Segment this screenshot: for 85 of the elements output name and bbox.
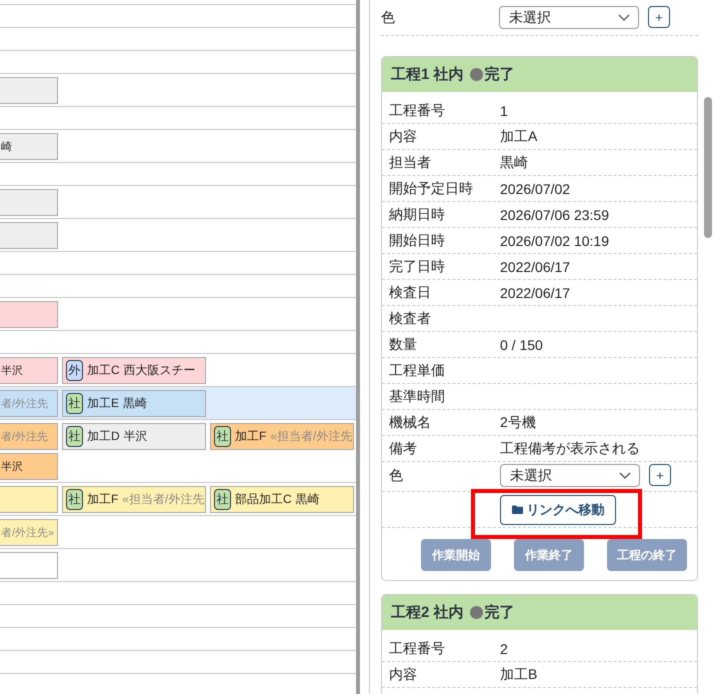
field-value: 2026/07/06 23:59: [500, 206, 609, 222]
assignee-name: 半沢: [124, 428, 148, 445]
field-value: 2号機: [500, 414, 536, 432]
process-title: 工程1 社内: [391, 65, 464, 84]
task-chip[interactable]: 社 部品加工C 黒崎: [210, 486, 354, 513]
task-chip[interactable]: 社 加工F «担当者/外注先: [62, 486, 206, 513]
field-label: 基準時間: [389, 388, 446, 406]
task-chip[interactable]: 崎: [0, 133, 58, 160]
task-chip[interactable]: [0, 301, 58, 328]
field-label: 色: [389, 466, 404, 485]
field-value: 加工B: [500, 666, 538, 684]
task-chip[interactable]: [0, 552, 58, 579]
assignee-name: 半沢: [1, 364, 23, 378]
add-button[interactable]: +: [648, 6, 670, 28]
chevron-down-icon: [618, 14, 630, 21]
task-chip[interactable]: 社 加工F «担当者/外注先: [210, 423, 354, 450]
task-chip[interactable]: 外 加工C 西大阪スチー: [62, 357, 206, 384]
folder-icon: [512, 505, 522, 514]
field-label: 色: [381, 8, 396, 27]
field-value: 0 / 150: [500, 336, 543, 352]
field-label: 内容: [389, 666, 418, 684]
field-label: 完了日時: [389, 258, 446, 276]
field-value: 黒崎: [500, 154, 528, 172]
task-chip[interactable]: 半沢: [0, 357, 58, 384]
field-label: 工程番号: [389, 102, 446, 120]
task-chip[interactable]: [0, 486, 58, 513]
badge: 社: [66, 426, 83, 447]
badge: 外: [66, 360, 83, 381]
field-label: 数量: [389, 336, 418, 354]
field-label: 機械名: [389, 414, 432, 432]
field-label: 備考: [389, 440, 418, 458]
task-chip[interactable]: [0, 77, 58, 104]
task-name: 部品加工C: [235, 491, 292, 508]
task-name: 加工D: [87, 428, 120, 445]
badge: 社: [66, 489, 83, 510]
field-label: 工程番号: [389, 640, 446, 658]
task-name: 加工E: [87, 395, 120, 412]
field-value: 2026/07/02: [500, 180, 570, 196]
status-dot-icon: [470, 606, 483, 619]
field-value: 加工A: [500, 128, 538, 146]
assignee-placeholder: «担当者/外注先: [122, 491, 204, 508]
field-label: 検査日: [389, 284, 432, 302]
assignee-name: 黒崎: [296, 491, 320, 508]
assignee-name: 西大阪スチー: [124, 362, 196, 379]
assignee-placeholder: «担当者/外注先: [270, 428, 352, 445]
field-label: 内容: [389, 128, 418, 146]
assignee-name: 崎: [1, 140, 12, 154]
task-name: 加工F: [235, 428, 266, 445]
task-chip[interactable]: 半沢: [0, 453, 58, 480]
color-select[interactable]: 未選択: [500, 464, 640, 487]
field-label: 担当者: [389, 154, 432, 172]
assignee-placeholder: 者/外注先»: [1, 526, 54, 540]
chevron-down-icon: [619, 472, 631, 479]
scrollbar-thumb[interactable]: [704, 97, 712, 238]
task-name: 加工C: [87, 362, 120, 379]
color-select[interactable]: 未選択: [499, 6, 639, 29]
assignee-name: 半沢: [1, 460, 23, 474]
process-title: 工程2 社内: [391, 603, 464, 622]
field-value: 2022/06/17: [500, 284, 570, 300]
add-button[interactable]: +: [649, 464, 671, 486]
task-chip[interactable]: 社 加工D 半沢: [62, 423, 206, 450]
badge: 社: [214, 489, 231, 510]
field-value: 2: [500, 640, 508, 656]
status-text: 完了: [484, 603, 515, 622]
field-value: 工程備考が表示される: [500, 440, 640, 458]
link-button[interactable]: リンクへ移動: [500, 494, 616, 524]
field-label: 開始予定日時: [389, 180, 474, 198]
field-label: 開始日時: [389, 232, 446, 250]
field-label: 工程単価: [389, 362, 446, 380]
field-value: 2022/06/17: [500, 258, 570, 274]
task-name: 加工F: [87, 491, 118, 508]
status-text: 完了: [484, 65, 515, 84]
assignee-name: 黒崎: [123, 395, 148, 412]
badge: 社: [66, 393, 83, 414]
status-dot-icon: [470, 68, 483, 81]
task-chip[interactable]: 社 加工E 黒崎: [62, 390, 206, 417]
field-value: 1: [500, 102, 508, 118]
field-value: 2026/07/02 10:19: [500, 232, 609, 248]
field-label: 検査者: [389, 310, 432, 328]
badge: 社: [214, 426, 231, 447]
task-chip[interactable]: [0, 189, 58, 216]
field-label: 納期日時: [389, 206, 446, 224]
task-chip[interactable]: [0, 222, 58, 249]
assignee-placeholder: 者/外注先: [1, 430, 48, 444]
assignee-placeholder: 者/外注先: [1, 396, 48, 411]
